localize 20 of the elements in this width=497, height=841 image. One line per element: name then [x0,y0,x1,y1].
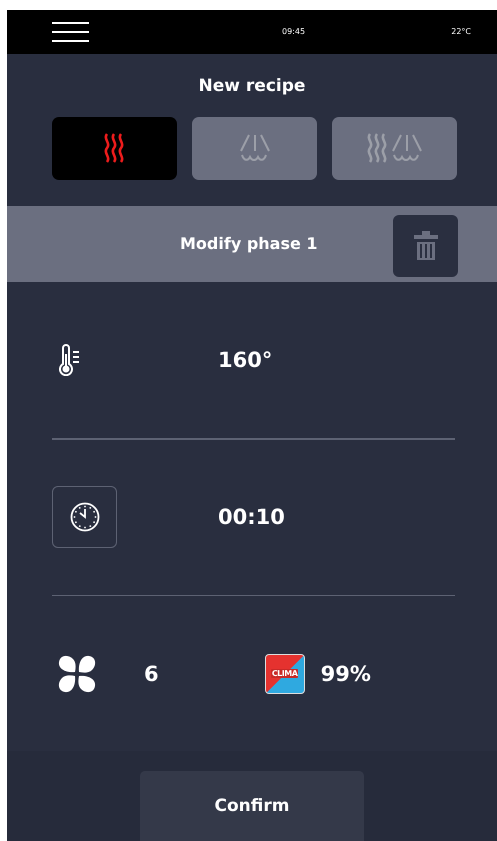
mode-tab[interactable] [52,116,177,180]
steam-icon [238,133,270,164]
temperature-value: 160° [218,348,272,372]
time-value: 00:10 [218,505,285,529]
timer-button[interactable] [52,486,117,548]
room-temperature: 22°C [451,27,471,36]
delete-button[interactable] [393,214,458,277]
clock-icon [70,502,100,532]
screen-title: New recipe [198,76,306,96]
confirm-button[interactable]: Confirm [140,771,364,841]
menu-icon[interactable] [52,20,89,43]
clock-time: 09:45 [282,27,306,36]
clima-logo[interactable]: CLIMA [264,654,305,694]
phase-title: Modify phase 1 [180,234,318,254]
humidity-value: 99% [320,662,371,686]
heat-waves-icon [102,132,126,164]
thermometer-button[interactable] [58,344,80,376]
heat-steam-icon [366,132,424,164]
fan-speed-value: 6 [144,662,159,686]
trash-icon [414,230,438,261]
